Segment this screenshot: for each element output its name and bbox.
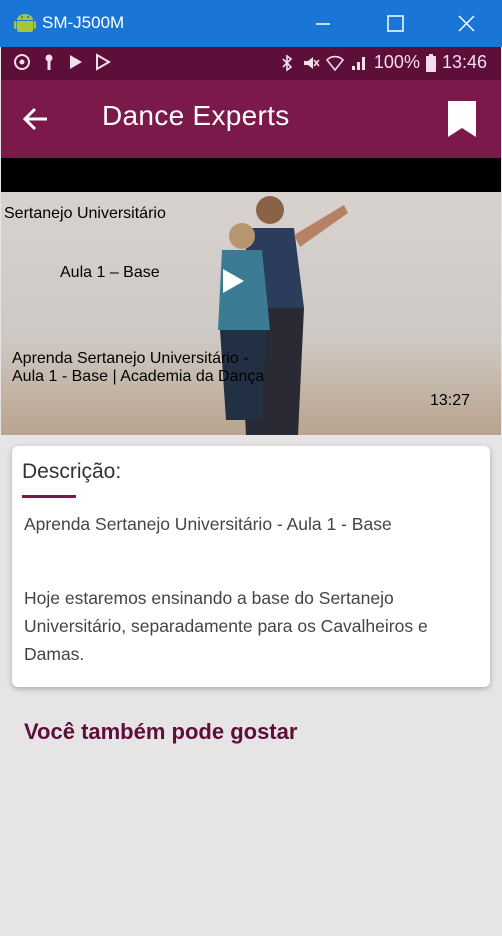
signal-icon	[351, 56, 365, 70]
play-store-icon	[70, 55, 82, 69]
description-card: Descrição: Aprenda Sertanejo Universitár…	[12, 446, 490, 687]
app-bar: Dance Experts	[1, 80, 501, 158]
maximize-icon	[387, 15, 404, 32]
wifi-icon	[325, 55, 344, 71]
page-title: Dance Experts	[102, 100, 290, 131]
video-title-line-2: Aula 1 - Base | Academia da Dança	[12, 368, 265, 385]
description-body: Hoje estaremos ensinando a base do Serta…	[24, 588, 428, 664]
dancers-figure	[218, 196, 348, 435]
sync-icon	[14, 54, 30, 70]
close-icon	[458, 15, 475, 32]
window-titlebar: SM-J500M	[0, 0, 502, 47]
key-icon	[45, 54, 53, 70]
mute-icon	[303, 56, 320, 69]
play-store-outline-icon	[96, 53, 111, 71]
android-icon	[14, 14, 36, 32]
play-button[interactable]	[221, 268, 245, 299]
minimize-button[interactable]	[300, 0, 346, 47]
video-overlay-tag: Sertanejo Universitário	[4, 205, 166, 222]
video-duration-badge: 13:27	[430, 392, 471, 409]
bluetooth-icon	[282, 53, 293, 72]
video-overlay-subtag: Aula 1 – Base	[60, 264, 160, 281]
close-button[interactable]	[444, 0, 490, 47]
status-bar: 100% 13:46	[1, 47, 501, 80]
maximize-button[interactable]	[372, 0, 418, 47]
battery-percent: 100%	[373, 52, 420, 72]
description-summary: Aprenda Sertanejo Universitário - Aula 1…	[24, 514, 392, 534]
clock: 13:46	[441, 52, 487, 72]
video-title-line-1: Aprenda Sertanejo Universitário -	[12, 350, 249, 367]
description-heading: Descrição:	[22, 460, 122, 483]
window-title: SM-J500M	[42, 13, 125, 32]
play-icon	[223, 269, 244, 293]
back-arrow-icon[interactable]	[21, 104, 51, 134]
video-title: Aprenda Sertanejo Universitário - Aula 1…	[12, 350, 264, 386]
minimize-icon	[316, 23, 330, 25]
heading-underline	[22, 495, 76, 498]
bookmark-icon[interactable]	[447, 101, 477, 137]
battery-icon	[425, 53, 436, 72]
related-section-heading: Você também pode gostar	[24, 719, 298, 744]
